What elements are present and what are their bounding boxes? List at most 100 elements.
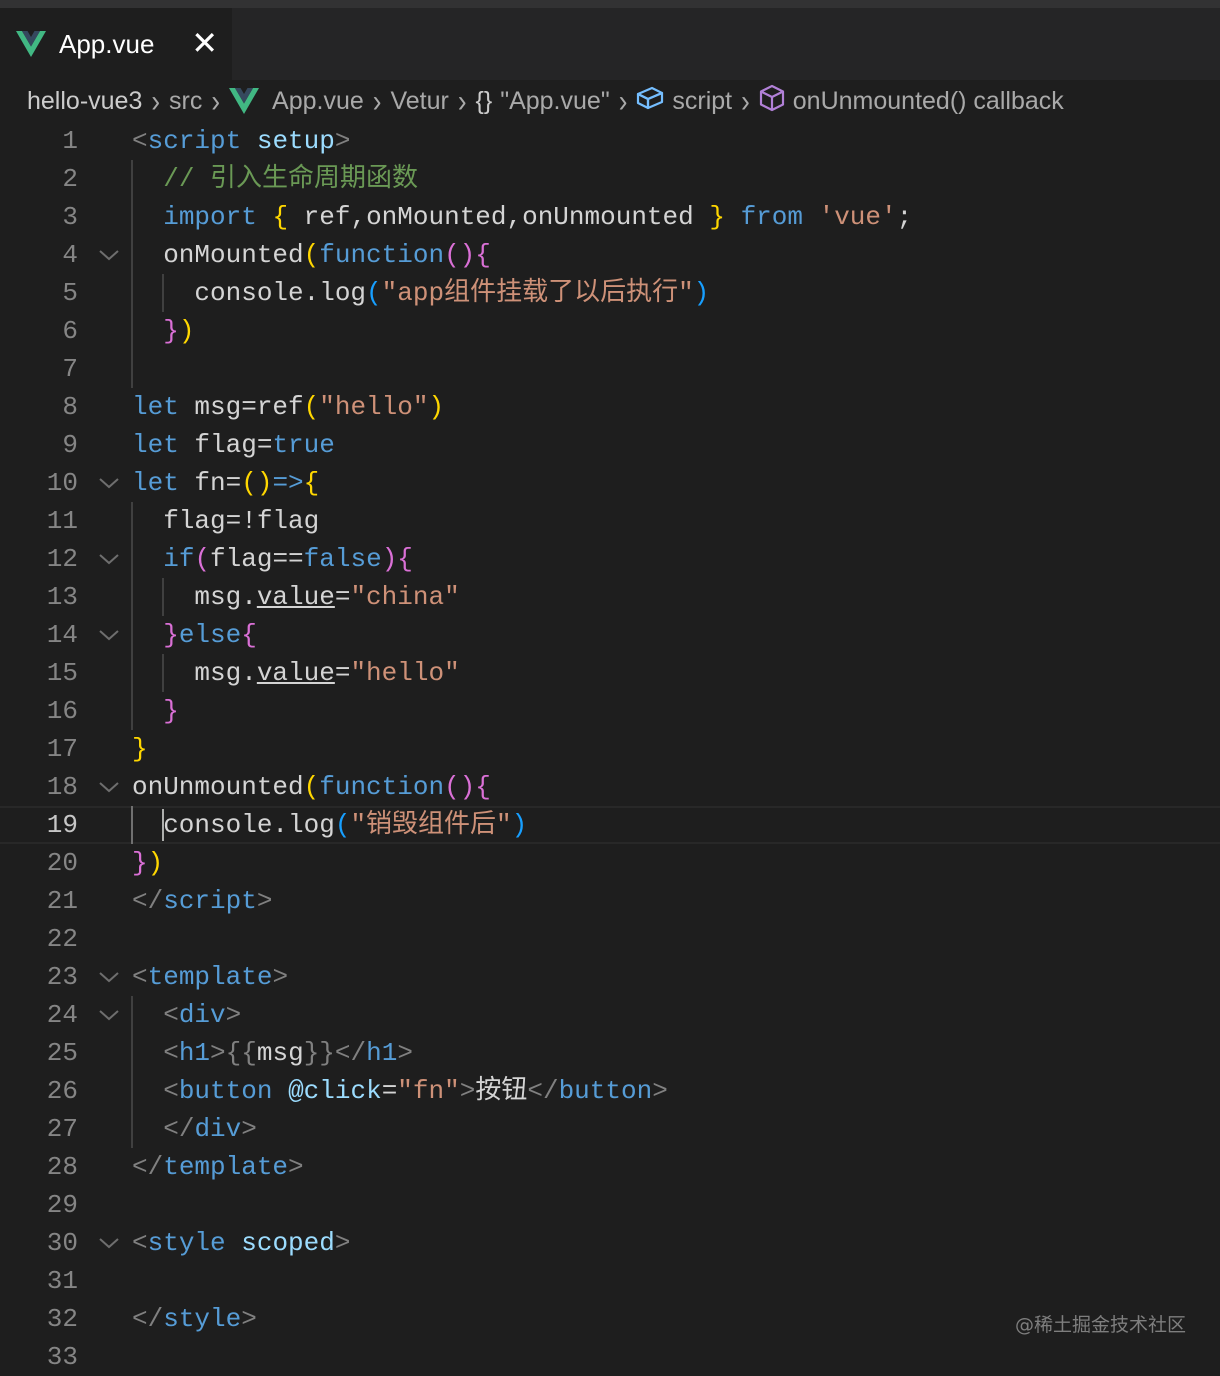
code-token: false [303, 544, 382, 574]
code-line[interactable]: 3 import { ref,onMounted,onUnmounted } f… [0, 198, 1220, 236]
braces-icon: {} [475, 86, 493, 115]
code-line[interactable]: 28 </template> [0, 1148, 1220, 1186]
code-line[interactable]: 9 let flag=true [0, 426, 1220, 464]
line-code: </template> [132, 1148, 304, 1186]
line-number: 28 [46, 1152, 78, 1182]
chevron-right-icon: › [741, 82, 750, 119]
code-token: 'vue' [818, 202, 897, 232]
code-token: let [132, 468, 179, 498]
line-code: import { ref,onMounted,onUnmounted } fro… [132, 198, 912, 236]
code-line[interactable]: 19 console.log("销毁组件后") [0, 806, 1220, 844]
breadcrumb-hello-vue3[interactable]: hello-vue3 [27, 87, 142, 116]
code-line[interactable]: 11 flag=!flag [0, 502, 1220, 540]
code-line[interactable]: 13 msg.value="china" [0, 578, 1220, 616]
breadcrumb-label: Vetur [390, 86, 449, 115]
code-token: > [397, 1038, 413, 1068]
breadcrumb-label: App.vue [272, 86, 364, 115]
code-line[interactable]: 2 // 引入生命周期函数 [0, 160, 1220, 198]
code-token: value [256, 582, 335, 612]
line-number: 21 [46, 886, 78, 916]
code-line[interactable]: 20}) [0, 844, 1220, 882]
breadcrumb-app-vue[interactable]: App.vue [229, 87, 364, 116]
code-line[interactable]: 4 onMounted(function(){ [0, 236, 1220, 274]
code-token: scoped [241, 1228, 335, 1258]
breadcrumb-label: "App.vue" [500, 86, 610, 115]
code-token: true [272, 430, 335, 460]
code-token: => [272, 468, 304, 498]
line-code: console.log("销毁组件后") [132, 806, 527, 844]
code-line[interactable]: 33 [0, 1338, 1220, 1376]
code-line[interactable]: 6 }) [0, 312, 1220, 350]
line-code: console.log("app组件挂载了以后执行") [132, 274, 709, 312]
code-token: </ [334, 1038, 367, 1068]
code-line[interactable]: 14 }else{ [0, 616, 1220, 654]
code-editor[interactable]: 33 32 </style> 31 30 <style scoped> 29 28 </temp… [0, 122, 1220, 1372]
fold-chevron-down-icon[interactable] [96, 540, 122, 578]
breadcrumb-app-vue-object[interactable]: {} "App.vue" [476, 87, 610, 116]
code-token: // 引入生命周期函数 [163, 164, 419, 194]
indent-guide-active [131, 806, 133, 844]
code-line[interactable]: 7 [0, 350, 1220, 388]
fold-chevron-down-icon[interactable] [96, 996, 122, 1034]
code-line[interactable]: 16 } [0, 692, 1220, 730]
fold-chevron-down-icon[interactable] [96, 236, 122, 274]
breadcrumb-vetur[interactable]: Vetur [390, 87, 448, 116]
code-line[interactable]: 23 <template> [0, 958, 1220, 996]
code-line[interactable]: 18 onUnmounted(function(){ [0, 768, 1220, 806]
line-number: 9 [62, 430, 78, 460]
code-token: @click [288, 1076, 382, 1106]
code-token: ) [693, 278, 710, 308]
breadcrumb-onunmounted-callback[interactable]: onUnmounted() callback [759, 84, 1064, 119]
line-number: 17 [46, 734, 78, 764]
code-line[interactable]: 17} [0, 730, 1220, 768]
code-token: { [272, 202, 289, 232]
code-line[interactable]: 8 let msg=ref("hello") [0, 388, 1220, 426]
code-line[interactable]: 29 [0, 1186, 1220, 1224]
line-number: 2 [62, 164, 78, 194]
code-token: div [178, 1000, 226, 1030]
code-token: ; [896, 202, 913, 232]
code-token: () [444, 240, 476, 270]
code-line[interactable]: 31 [0, 1262, 1220, 1300]
fold-chevron-down-icon[interactable] [96, 464, 122, 502]
code-line[interactable]: 30 <style scoped> [0, 1224, 1220, 1262]
code-token: () [444, 772, 476, 802]
code-line[interactable]: 5 console.log("app组件挂载了以后执行") [0, 274, 1220, 312]
breadcrumb-src[interactable]: src [169, 87, 202, 116]
breadcrumb-script[interactable]: script [636, 85, 732, 118]
code-line[interactable]: 22 [0, 920, 1220, 958]
code-token: value [256, 658, 335, 688]
line-code: onMounted(function(){ [132, 236, 491, 274]
tab-app-vue[interactable]: App.vue ✕ [0, 8, 232, 80]
code-token: ref,onMounted,onUnmounted [288, 202, 710, 232]
indent-guide [131, 160, 133, 388]
fold-chevron-down-icon[interactable] [96, 1224, 122, 1262]
code-line[interactable]: 26 <button @click="fn">按钮</button> [0, 1072, 1220, 1110]
code-token: style [163, 1304, 242, 1334]
code-line[interactable]: 27 </div> [0, 1110, 1220, 1148]
line-number: 1 [62, 126, 78, 156]
code-token: ( [303, 772, 320, 802]
line-number: 7 [62, 354, 78, 384]
method-cube-icon [759, 84, 785, 119]
line-number: 10 [46, 468, 78, 498]
code-line[interactable]: 15 msg.value="hello" [0, 654, 1220, 692]
code-line[interactable]: 1 <script setup> [0, 122, 1220, 160]
fold-chevron-down-icon[interactable] [96, 616, 122, 654]
code-line[interactable]: 21 </script> [0, 882, 1220, 920]
code-line[interactable]: 25 <h1>{{msg}}</h1> [0, 1034, 1220, 1072]
code-line[interactable]: 10 let fn=()=>{ [0, 464, 1220, 502]
line-number: 20 [46, 848, 78, 878]
close-icon[interactable]: ✕ [191, 26, 218, 60]
fold-chevron-down-icon[interactable] [96, 958, 122, 996]
code-token: { [303, 468, 320, 498]
line-code: <script setup> [132, 122, 350, 160]
fold-chevron-down-icon[interactable] [96, 768, 122, 806]
code-token: </ [163, 1114, 195, 1144]
code-line[interactable]: 24 <div> [0, 996, 1220, 1034]
code-line[interactable]: 12 if(flag==false){ [0, 540, 1220, 578]
watermark: @稀土掘金技术社区 [1014, 1314, 1186, 1336]
line-code: let fn=()=>{ [132, 464, 319, 502]
